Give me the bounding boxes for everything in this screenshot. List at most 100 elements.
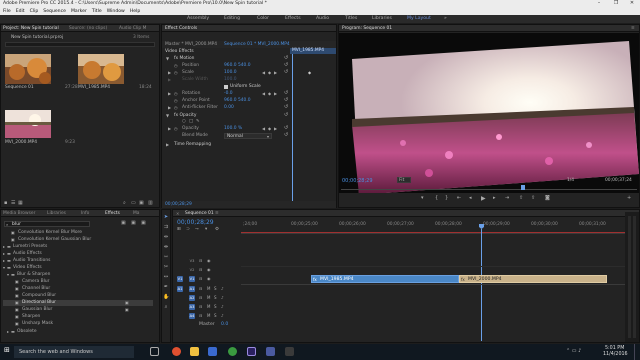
new-item-icon[interactable]: ▣: [139, 200, 144, 206]
effect-folder[interactable]: ▸ ▬ Obsolete: [3, 329, 153, 335]
reset-icon[interactable]: ↺: [284, 70, 288, 75]
effect-item[interactable]: ▣ Sharpen: [3, 314, 153, 320]
expand-icon[interactable]: ▼: [166, 56, 169, 61]
expand-icon[interactable]: ▶: [168, 70, 171, 75]
tab-media-browser[interactable]: Media Browser: [3, 211, 35, 216]
effect-item[interactable]: ▣ Compound Blur: [3, 293, 153, 299]
reset-icon[interactable]: ↺: [284, 98, 288, 103]
file-explorer-icon[interactable]: [190, 347, 199, 356]
stopwatch-icon[interactable]: ◷: [174, 105, 178, 110]
rate-stretch-tool-icon[interactable]: ⇿: [163, 254, 169, 260]
add-keyframe-icon[interactable]: ◆: [268, 91, 271, 96]
tab-libraries[interactable]: Libraries: [47, 211, 66, 216]
effect-item-selected[interactable]: ▣ Directional Blur ▣: [3, 300, 153, 306]
mute-icon[interactable]: M: [207, 286, 210, 291]
expand-icon[interactable]: ▾: [7, 272, 9, 277]
menu-sequence[interactable]: Sequence: [43, 9, 66, 14]
next-keyframe-icon[interactable]: ▶: [274, 70, 277, 75]
blend-mode-select[interactable]: Normal ▾: [224, 133, 272, 139]
tab-source[interactable]: Source: (no clips): [69, 26, 107, 31]
menu-help[interactable]: Help: [130, 9, 140, 14]
menu-edit[interactable]: Edit: [16, 9, 25, 14]
reset-icon[interactable]: ↺: [284, 56, 288, 61]
ec-row-position[interactable]: ◷ Position 960.0 540.0 ↺: [162, 63, 334, 69]
snap-icon[interactable]: ⊃: [186, 227, 190, 232]
spotify-icon[interactable]: [228, 347, 237, 356]
program-viewer[interactable]: [339, 33, 639, 195]
source-patch-a1[interactable]: A1: [177, 286, 183, 292]
expand-icon[interactable]: ▾: [3, 265, 5, 270]
show-desktop-button[interactable]: [634, 344, 639, 360]
workspace-my-layout[interactable]: My Layout: [407, 16, 431, 21]
play-icon[interactable]: ▶: [481, 196, 486, 202]
solo-icon[interactable]: S: [214, 286, 217, 291]
microphone-icon[interactable]: ♪: [221, 304, 224, 309]
panel-menu-icon[interactable]: ≡: [631, 26, 635, 31]
program-playhead[interactable]: [521, 185, 525, 190]
sync-lock-icon[interactable]: ⊟: [199, 276, 202, 281]
selection-tool-icon[interactable]: ➤: [163, 214, 169, 220]
ec-row-value[interactable]: 0.00: [224, 105, 234, 110]
zoom-tool-icon[interactable]: ⌕: [163, 304, 169, 310]
effect-folder[interactable]: ▸ ▬ Audio Transitions: [3, 258, 153, 264]
search-icon[interactable]: ⌕: [123, 200, 126, 206]
stopwatch-icon[interactable]: ◷: [174, 63, 178, 68]
tab-effects[interactable]: Effects: [105, 211, 120, 216]
ec-row-value[interactable]: -0.0: [224, 91, 233, 96]
list-view-icon[interactable]: ☰: [11, 200, 15, 206]
chrome-icon[interactable]: [172, 347, 181, 356]
ec-clip-bar[interactable]: MVI_1985.MP4: [290, 48, 336, 54]
go-to-out-icon[interactable]: ⇥: [505, 196, 509, 201]
tab-info[interactable]: Info: [81, 211, 89, 216]
ec-row-time-remapping[interactable]: ▶ Time Remapping: [162, 142, 334, 148]
workspace-color[interactable]: Color: [257, 16, 269, 21]
ec-row-value[interactable]: 100.0 %: [224, 126, 242, 131]
pen-tool-icon[interactable]: ✒: [163, 284, 169, 290]
effect-item[interactable]: ▣ Convolution Kernel Blur More: [3, 230, 153, 236]
add-button-icon[interactable]: +: [627, 196, 631, 201]
zoom-select[interactable]: Fit: [397, 177, 411, 183]
effect-folder[interactable]: ▾ ▬ Video Effects: [3, 265, 153, 271]
icon-view-icon[interactable]: ▦: [18, 200, 23, 206]
clock-time[interactable]: 5:01 PM: [605, 346, 624, 351]
effect-folder[interactable]: ▾ ▬ Blur & Sharpen: [3, 272, 153, 278]
track-target-a2[interactable]: A2: [189, 295, 195, 301]
ripple-edit-tool-icon[interactable]: ⇹: [163, 234, 169, 240]
rectangle-mask-icon[interactable]: □: [189, 119, 193, 124]
store-icon[interactable]: [208, 347, 217, 356]
mute-icon[interactable]: M: [207, 313, 210, 318]
mark-out-icon[interactable]: }: [445, 196, 448, 201]
ec-timecode[interactable]: 00;00;28;29: [165, 202, 192, 207]
add-marker-icon[interactable]: ▾: [421, 196, 424, 201]
toggle-output-icon[interactable]: ◉: [207, 258, 211, 263]
premiere-pro-icon[interactable]: [247, 347, 256, 356]
32bit-effects-icon[interactable]: ▣: [131, 221, 136, 226]
ec-row-blend-mode[interactable]: Blend Mode Normal ▾ ↺: [162, 133, 334, 139]
task-view-icon[interactable]: [150, 347, 159, 356]
clip-mvi-2000[interactable]: fx MVI_2000.MP4: [459, 275, 607, 283]
effect-item[interactable]: ▣ Unsharp Mask: [3, 321, 153, 327]
menu-clip[interactable]: Clip: [30, 9, 39, 14]
time-ruler[interactable]: ;24;00 00;00;25;00 00;00;26;00 00;00;27;…: [241, 221, 639, 234]
sync-lock-icon[interactable]: ⊟: [199, 258, 202, 263]
workspaces-more-button[interactable]: »: [444, 16, 447, 21]
workspace-effects[interactable]: Effects: [285, 16, 301, 21]
thumb-sequence-01[interactable]: [5, 54, 51, 84]
ec-row-opacity[interactable]: ▶ ◷ Opacity 100.0 % ◀ ◆ ▶ ↺: [162, 126, 334, 132]
tab-project[interactable]: Project: New Spin tutorial: [3, 26, 59, 31]
solo-icon[interactable]: S: [214, 304, 217, 309]
ec-row-anchor-point[interactable]: ◷ Anchor Point 960.0 540.0 ↺: [162, 98, 334, 104]
mute-icon[interactable]: M: [207, 304, 210, 309]
slip-tool-icon[interactable]: ↔: [163, 274, 169, 280]
sync-lock-icon[interactable]: ⊟: [199, 295, 202, 300]
track-target-a3[interactable]: A3: [189, 304, 195, 310]
workspace-audio[interactable]: Audio: [316, 16, 329, 21]
ec-row-value[interactable]: 960.0 540.0: [224, 98, 251, 103]
workspace-libraries[interactable]: Libraries: [372, 16, 392, 21]
yuv-effects-icon[interactable]: ▣: [141, 221, 146, 226]
project-search-input[interactable]: [5, 42, 155, 47]
go-to-in-icon[interactable]: ⇤: [457, 196, 461, 201]
track-target-a1[interactable]: A1: [189, 286, 195, 292]
microphone-icon[interactable]: ♪: [221, 286, 224, 291]
effect-folder[interactable]: ▸ ▬ Lumetri Presets: [3, 244, 153, 250]
